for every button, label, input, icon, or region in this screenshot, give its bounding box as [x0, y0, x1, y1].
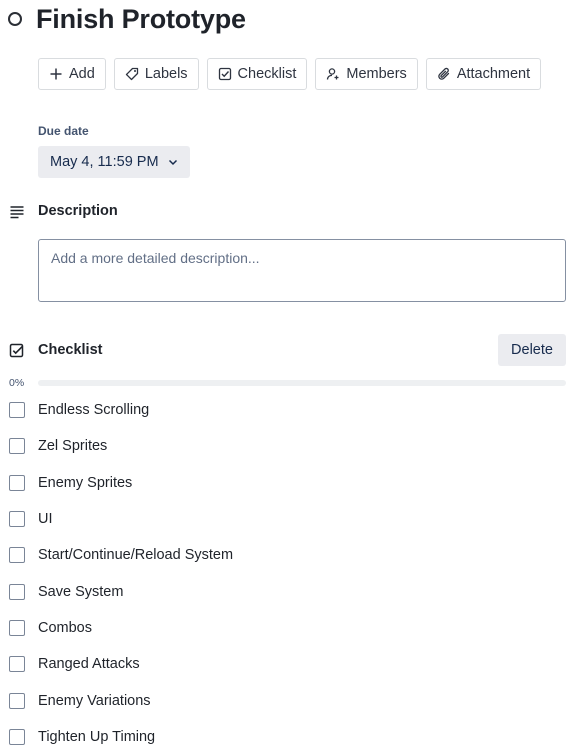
checklist-item-text[interactable]: Start/Continue/Reload System — [38, 547, 233, 563]
description-icon — [9, 204, 25, 220]
add-button[interactable]: Add — [38, 58, 106, 90]
chevron-down-icon — [167, 156, 179, 168]
checklist-button-label: Checklist — [237, 66, 297, 82]
checklist-item[interactable]: Save System — [9, 573, 569, 609]
checklist-progress-bar — [38, 380, 566, 386]
description-title: Description — [38, 203, 118, 219]
checklist-item-text[interactable]: Zel Sprites — [38, 438, 107, 454]
checkbox[interactable] — [9, 547, 25, 564]
plus-icon — [49, 67, 63, 81]
tag-icon — [125, 67, 139, 81]
checkbox[interactable] — [9, 511, 25, 528]
description-input[interactable]: Add a more detailed description... — [38, 239, 566, 302]
checklist-item-text[interactable]: Save System — [38, 584, 123, 600]
delete-checklist-button[interactable]: Delete — [498, 334, 566, 366]
checklist-item[interactable]: Ranged Attacks — [9, 646, 569, 682]
checklist-item[interactable]: Zel Sprites — [9, 428, 569, 464]
checklist-item-text[interactable]: Ranged Attacks — [38, 656, 140, 672]
checklist-title[interactable]: Checklist — [38, 342, 102, 358]
paperclip-icon — [437, 67, 451, 81]
add-member-icon — [326, 67, 340, 81]
due-date-value: May 4, 11:59 PM — [50, 154, 159, 170]
checkbox[interactable] — [9, 438, 25, 455]
checklist-item[interactable]: Start/Continue/Reload System — [9, 537, 569, 573]
add-button-label: Add — [69, 66, 95, 82]
labels-button-label: Labels — [144, 66, 188, 82]
due-date-button[interactable]: May 4, 11:59 PM — [38, 146, 190, 178]
checkbox[interactable] — [9, 619, 25, 636]
checklist-item[interactable]: Endless Scrolling — [9, 392, 569, 428]
checklist-item[interactable]: Combos — [9, 610, 569, 646]
checklist-item-text[interactable]: Enemy Sprites — [38, 475, 132, 491]
checklist-button[interactable]: Checklist — [206, 58, 308, 90]
attachment-button-label: Attachment — [456, 66, 531, 82]
card-title-row: Finish Prototype — [8, 2, 246, 36]
members-button-label: Members — [346, 66, 407, 82]
checklist-section-icon — [9, 343, 25, 359]
card-title[interactable]: Finish Prototype — [36, 4, 246, 35]
checklist-item-text[interactable]: Enemy Variations — [38, 693, 151, 709]
labels-button[interactable]: Labels — [113, 58, 199, 90]
checkbox[interactable] — [9, 402, 25, 419]
due-date-label: Due date — [38, 124, 89, 138]
mark-complete-circle-icon[interactable] — [8, 12, 22, 26]
checklist-progress-percent: 0% — [9, 377, 25, 389]
checklist-item-text[interactable]: UI — [38, 511, 53, 527]
checkbox[interactable] — [9, 692, 25, 709]
checklist-icon — [218, 67, 232, 81]
checkbox[interactable] — [9, 728, 25, 745]
checklist-items: Endless Scrolling Zel Sprites Enemy Spri… — [9, 392, 569, 755]
checkbox[interactable] — [9, 656, 25, 673]
checkbox[interactable] — [9, 474, 25, 491]
checklist-item[interactable]: Enemy Sprites — [9, 465, 569, 501]
card-actions: Add Labels Checklist Members Attachment — [38, 58, 542, 90]
checklist-item-text[interactable]: Combos — [38, 620, 92, 636]
checklist-item-text[interactable]: Endless Scrolling — [38, 402, 149, 418]
members-button[interactable]: Members — [315, 58, 418, 90]
checklist-item[interactable]: UI — [9, 501, 569, 537]
checkbox[interactable] — [9, 583, 25, 600]
checklist-item[interactable]: Enemy Variations — [9, 682, 569, 718]
checklist-item-text[interactable]: Tighten Up Timing — [38, 729, 155, 745]
attachment-button[interactable]: Attachment — [425, 58, 542, 90]
